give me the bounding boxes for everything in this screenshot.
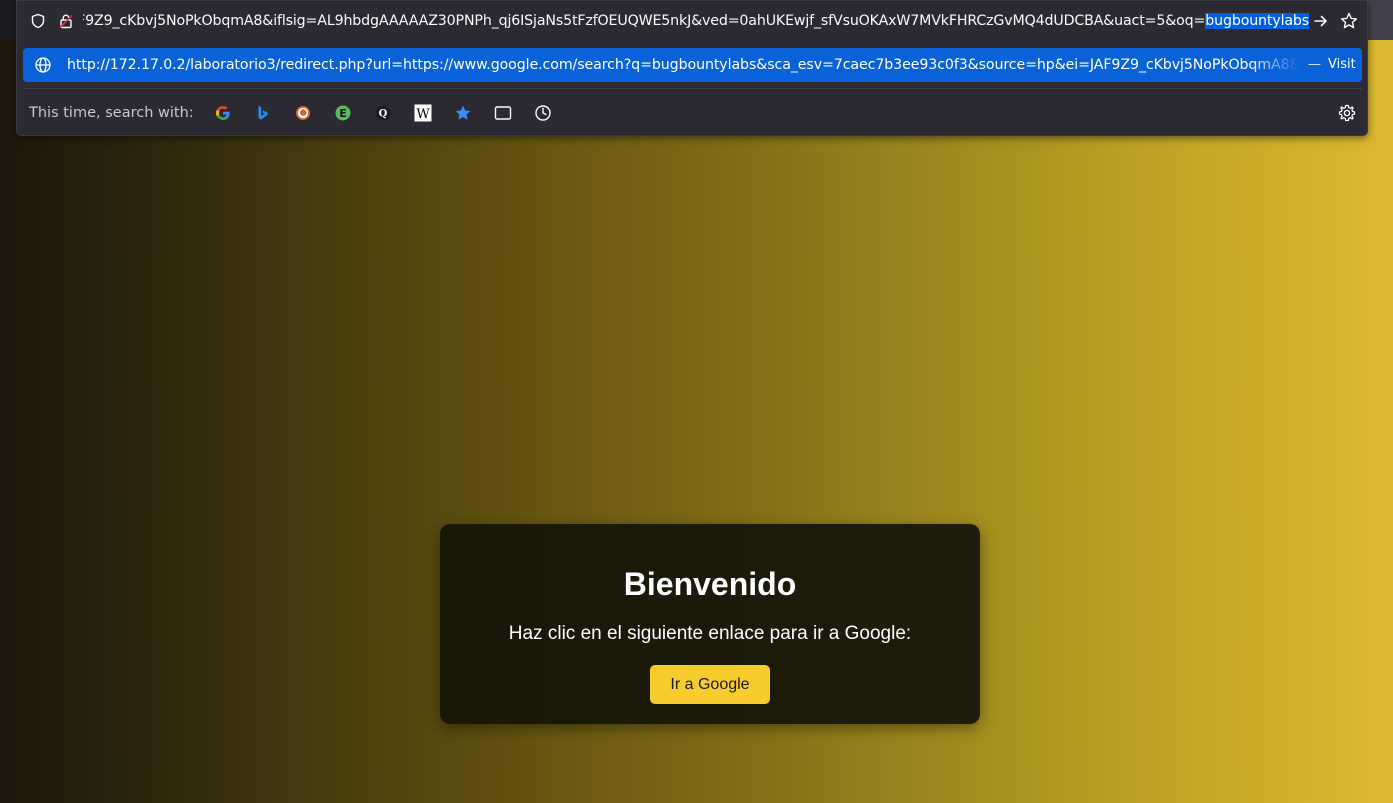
suggestion-action: Visit: [1328, 57, 1356, 72]
bing-icon[interactable]: [243, 101, 283, 125]
urlbar-popup: http://172.17.0.2/laboratorio3/redirect.…: [16, 0, 1368, 136]
suggestion-url: http://172.17.0.2/laboratorio3/redirect.…: [67, 57, 1299, 73]
welcome-text: Haz clic en el siguiente enlace para ir …: [508, 623, 912, 644]
google-icon[interactable]: [203, 101, 243, 125]
go-arrow-icon[interactable]: [1311, 11, 1331, 31]
search-engine-buttons: E Q W: [203, 101, 563, 125]
toolbar-right-cap: [1368, 0, 1393, 40]
divider: [23, 88, 1362, 89]
duckduckgo-icon[interactable]: [283, 101, 323, 125]
search-with-label: This time, search with:: [29, 105, 194, 121]
bookmark-star-icon[interactable]: [1339, 11, 1359, 31]
svg-text:E: E: [339, 107, 347, 120]
search-settings-gear-icon[interactable]: [1337, 103, 1357, 123]
svg-text:Q: Q: [379, 109, 388, 120]
go-to-google-button[interactable]: Ir a Google: [650, 665, 770, 704]
url-input-row[interactable]: http://172.17.0.2/laboratorio3/redirect.…: [17, 1, 1367, 41]
welcome-card: Bienvenido Haz clic en el siguiente enla…: [440, 524, 980, 724]
ebay-icon[interactable]: E: [323, 101, 363, 125]
url-input-text: http://172.17.0.2/laboratorio3/redirect.…: [83, 13, 1206, 29]
url-input[interactable]: http://172.17.0.2/laboratorio3/redirect.…: [83, 10, 1309, 32]
wikipedia-icon[interactable]: W: [403, 101, 443, 125]
qwant-icon[interactable]: Q: [363, 101, 403, 125]
url-suggestion-row[interactable]: http://172.17.0.2/laboratorio3/redirect.…: [23, 48, 1362, 82]
insecure-lock-icon[interactable]: [57, 12, 75, 30]
globe-icon: [34, 56, 52, 74]
tabs-icon[interactable]: [483, 101, 523, 125]
welcome-title: Bienvenido: [623, 566, 797, 602]
bookmarks-icon[interactable]: [443, 101, 483, 125]
history-icon[interactable]: [523, 101, 563, 125]
url-input-selection: bugbountylabs: [1205, 13, 1309, 29]
suggestion-separator: —: [1308, 57, 1321, 72]
shield-icon[interactable]: [29, 12, 47, 30]
svg-text:W: W: [416, 107, 430, 122]
